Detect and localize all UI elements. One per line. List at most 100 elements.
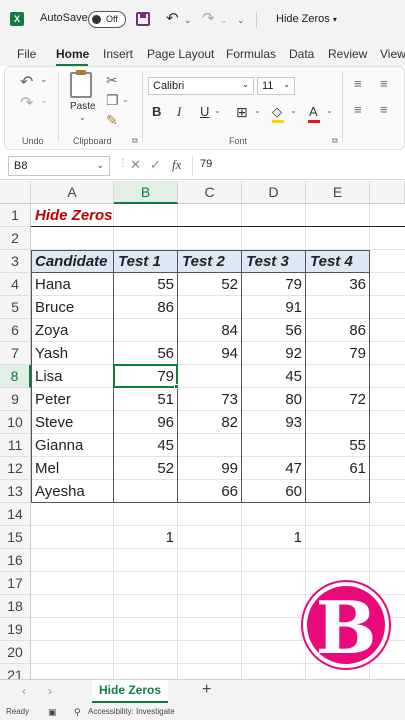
score-cell[interactable]: 91 — [242, 296, 306, 319]
score-cell[interactable]: 55 — [306, 434, 370, 457]
tab-insert[interactable]: Insert — [103, 47, 133, 61]
underline-button[interactable]: U — [200, 104, 209, 119]
score-cell[interactable]: 82 — [178, 411, 242, 434]
score-cell[interactable]: 51 — [114, 388, 178, 411]
save-icon[interactable] — [136, 12, 150, 26]
score-cell[interactable]: 94 — [178, 342, 242, 365]
candidate-cell[interactable]: Gianna — [31, 434, 114, 457]
table-header-cell[interactable]: Test 1 — [114, 250, 178, 273]
sheet-title-cell[interactable]: Hide Zeros — [31, 204, 114, 227]
macro-record-icon[interactable]: ▣ — [48, 707, 57, 718]
next-sheet-icon[interactable]: › — [48, 684, 52, 698]
score-cell[interactable] — [306, 411, 370, 434]
score-cell[interactable] — [242, 434, 306, 457]
align-middle-icon[interactable]: ≡ — [380, 76, 388, 91]
score-cell[interactable]: 66 — [178, 480, 242, 503]
score-cell[interactable] — [114, 480, 178, 503]
copy-dropdown-icon[interactable]: ⌄ — [122, 95, 129, 104]
candidate-cell[interactable]: Lisa — [31, 365, 114, 388]
borders-dropdown-icon[interactable]: ⌄ — [254, 106, 261, 115]
row-header-18[interactable]: 18 — [0, 595, 31, 618]
row-header-17[interactable]: 17 — [0, 572, 31, 595]
redo-icon[interactable]: ↷ — [202, 9, 215, 27]
row-header-14[interactable]: 14 — [0, 503, 31, 526]
cancel-icon[interactable]: ✕ — [130, 157, 141, 173]
borders-icon[interactable]: ⊞ — [236, 104, 248, 121]
enter-icon[interactable]: ✓ — [150, 157, 161, 173]
score-cell[interactable] — [306, 480, 370, 503]
redo-dropdown-icon[interactable]: ⌄ — [220, 15, 228, 26]
row-header-21[interactable]: 21 — [0, 664, 31, 679]
paste-icon[interactable] — [70, 70, 92, 98]
row-header-13[interactable]: 13 — [0, 480, 31, 503]
row-header-16[interactable]: 16 — [0, 549, 31, 572]
count-cell[interactable]: 1 — [114, 526, 178, 549]
font-launcher-icon[interactable]: ⧉ — [332, 136, 338, 146]
row-header-7[interactable]: 7 — [0, 342, 31, 365]
candidate-cell[interactable]: Zoya — [31, 319, 114, 342]
row-header-9[interactable]: 9 — [0, 388, 31, 411]
count-cell[interactable]: 1 — [242, 526, 306, 549]
table-header-cell[interactable]: Test 2 — [178, 250, 242, 273]
previous-sheet-icon[interactable]: ‹ — [22, 684, 26, 698]
column-header-c[interactable]: C — [178, 181, 242, 204]
score-cell[interactable]: 79 — [242, 273, 306, 296]
row-header-3[interactable]: 3 — [0, 250, 31, 273]
format-painter-icon[interactable]: ✎ — [106, 112, 118, 129]
name-box[interactable]: B8 ⌄ — [8, 156, 110, 176]
candidate-cell[interactable]: Mel — [31, 457, 114, 480]
paste-dropdown-icon[interactable]: ⌄ — [79, 113, 86, 122]
score-cell[interactable]: 80 — [242, 388, 306, 411]
score-cell[interactable]: 73 — [178, 388, 242, 411]
font-size-select[interactable]: 11 ⌄ — [257, 77, 295, 95]
score-cell[interactable]: 72 — [306, 388, 370, 411]
table-header-cell[interactable]: Test 3 — [242, 250, 306, 273]
tab-view[interactable]: View — [380, 47, 405, 61]
paste-button[interactable]: Paste — [70, 101, 96, 112]
formula-input[interactable]: 79 — [200, 158, 212, 170]
row-header-10[interactable]: 10 — [0, 411, 31, 434]
align-center-icon[interactable]: ≡ — [380, 102, 388, 117]
redo-dropdown-icon[interactable]: ⌄ — [40, 95, 48, 106]
candidate-cell[interactable]: Bruce — [31, 296, 114, 319]
score-cell[interactable]: 56 — [114, 342, 178, 365]
row-header-8[interactable]: 8 — [0, 365, 31, 388]
row-header-19[interactable]: 19 — [0, 618, 31, 641]
insert-function-icon[interactable]: fx — [172, 157, 181, 173]
score-cell[interactable]: 61 — [306, 457, 370, 480]
score-cell[interactable] — [178, 296, 242, 319]
score-cell[interactable]: 45 — [242, 365, 306, 388]
score-cell[interactable]: 93 — [242, 411, 306, 434]
undo-icon[interactable]: ↶ — [166, 9, 179, 27]
row-header-5[interactable]: 5 — [0, 296, 31, 319]
tab-home[interactable]: Home — [56, 47, 89, 61]
score-cell[interactable]: 86 — [306, 319, 370, 342]
candidate-cell[interactable]: Steve — [31, 411, 114, 434]
row-header-20[interactable]: 20 — [0, 641, 31, 664]
score-cell[interactable]: 79 — [306, 342, 370, 365]
row-header-1[interactable]: 1 — [0, 204, 31, 227]
clipboard-launcher-icon[interactable]: ⧉ — [132, 136, 138, 146]
align-left-icon[interactable]: ≡ — [354, 102, 362, 117]
candidate-cell[interactable]: Ayesha — [31, 480, 114, 503]
undo-icon[interactable]: ↶ — [20, 72, 33, 92]
score-cell[interactable]: 84 — [178, 319, 242, 342]
add-sheet-button[interactable]: + — [202, 681, 211, 699]
score-cell[interactable]: 52 — [178, 273, 242, 296]
score-cell[interactable] — [306, 365, 370, 388]
score-cell[interactable]: 55 — [114, 273, 178, 296]
customize-toolbar-icon[interactable]: ⌄ — [237, 15, 245, 26]
table-header-cell[interactable]: Test 4 — [306, 250, 370, 273]
row-header-15[interactable]: 15 — [0, 526, 31, 549]
candidate-cell[interactable]: Peter — [31, 388, 114, 411]
score-cell[interactable] — [114, 319, 178, 342]
fill-handle[interactable] — [174, 384, 179, 389]
copy-icon[interactable]: ❐ — [106, 92, 119, 109]
score-cell[interactable]: 60 — [242, 480, 306, 503]
column-header-b[interactable]: B — [114, 181, 178, 204]
font-name-select[interactable]: Calibri ⌄ — [148, 77, 254, 95]
score-cell[interactable]: 56 — [242, 319, 306, 342]
score-cell[interactable]: 47 — [242, 457, 306, 480]
column-header-e[interactable]: E — [306, 181, 370, 204]
fill-dropdown-icon[interactable]: ⌄ — [290, 106, 297, 115]
